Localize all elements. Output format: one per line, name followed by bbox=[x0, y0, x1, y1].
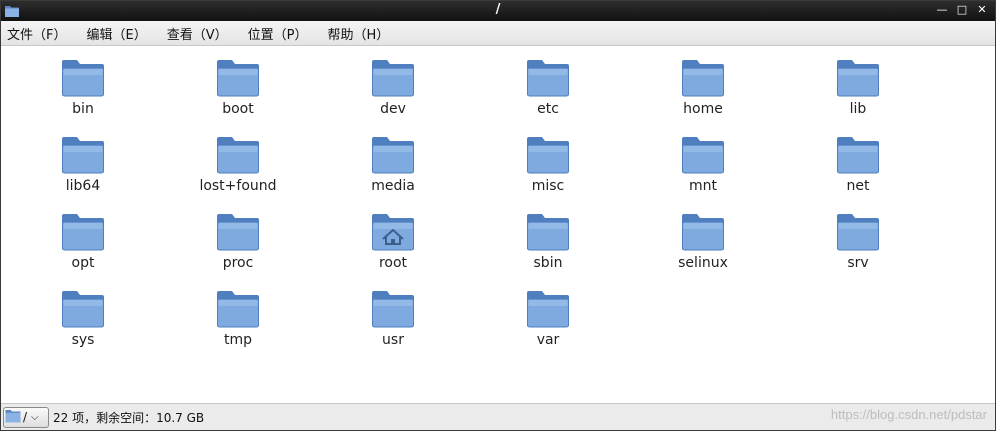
file-item-lib[interactable]: lib bbox=[798, 59, 918, 117]
folder-icon bbox=[643, 213, 763, 251]
file-grid: bin boot dev etc home lib lib64 lost+found media… bbox=[1, 47, 995, 403]
file-label: selinux bbox=[678, 255, 728, 271]
folder-icon bbox=[333, 290, 453, 328]
file-item-home[interactable]: home bbox=[643, 59, 763, 117]
file-label: media bbox=[371, 178, 415, 194]
file-label: opt bbox=[71, 255, 95, 271]
file-item-var[interactable]: var bbox=[488, 290, 608, 348]
minimize-icon[interactable]: — bbox=[935, 3, 949, 17]
file-item-net[interactable]: net bbox=[798, 136, 918, 194]
menu-help[interactable]: 帮助（H） bbox=[327, 24, 389, 43]
file-label: usr bbox=[382, 332, 404, 348]
file-label: dev bbox=[380, 101, 406, 117]
folder-icon bbox=[488, 59, 608, 97]
location-text: / bbox=[23, 410, 28, 424]
file-label: srv bbox=[847, 255, 869, 271]
titlebar[interactable]: / — □ ✕ bbox=[1, 1, 995, 21]
folder-icon bbox=[798, 213, 918, 251]
folder-icon bbox=[23, 59, 143, 97]
folder-icon bbox=[643, 136, 763, 174]
menu-view[interactable]: 查看（V） bbox=[167, 24, 228, 43]
folder-icon bbox=[178, 290, 298, 328]
file-item-usr[interactable]: usr bbox=[333, 290, 453, 348]
file-item-lib64[interactable]: lib64 bbox=[23, 136, 143, 194]
file-label: lib64 bbox=[65, 178, 101, 194]
folder-icon bbox=[178, 213, 298, 251]
file-label: net bbox=[846, 178, 870, 194]
folder-icon bbox=[178, 59, 298, 97]
file-label: tmp bbox=[223, 332, 252, 348]
file-label: root bbox=[378, 255, 408, 271]
file-item-tmp[interactable]: tmp bbox=[178, 290, 298, 348]
folder-icon bbox=[178, 136, 298, 174]
file-label: lib bbox=[849, 101, 867, 117]
folder-icon bbox=[798, 136, 918, 174]
folder-icon bbox=[23, 213, 143, 251]
menu-file[interactable]: 文件（F） bbox=[7, 24, 66, 43]
menubar: 文件（F） 编辑（E） 查看（V） 位置（P） 帮助（H） bbox=[1, 21, 995, 46]
file-label: home bbox=[683, 101, 723, 117]
folder-icon bbox=[333, 59, 453, 97]
file-item-misc[interactable]: misc bbox=[488, 136, 608, 194]
file-item-dev[interactable]: dev bbox=[333, 59, 453, 117]
folder-icon bbox=[488, 136, 608, 174]
file-item-root[interactable]: root bbox=[333, 213, 453, 271]
file-item-mnt[interactable]: mnt bbox=[643, 136, 763, 194]
menu-places[interactable]: 位置（P） bbox=[248, 24, 308, 43]
file-label: sbin bbox=[533, 255, 563, 271]
folder-icon bbox=[798, 59, 918, 97]
file-item-bin[interactable]: bin bbox=[23, 59, 143, 117]
file-label: var bbox=[536, 332, 560, 348]
folder-icon bbox=[5, 408, 21, 427]
file-label: mnt bbox=[689, 178, 717, 194]
folder-icon bbox=[23, 290, 143, 328]
file-label: bin bbox=[72, 101, 94, 117]
file-item-boot[interactable]: boot bbox=[178, 59, 298, 117]
file-label: proc bbox=[222, 255, 254, 271]
file-label: etc bbox=[537, 101, 559, 117]
file-item-etc[interactable]: etc bbox=[488, 59, 608, 117]
file-item-sys[interactable]: sys bbox=[23, 290, 143, 348]
file-label: lost+found bbox=[199, 178, 277, 194]
file-item-selinux[interactable]: selinux bbox=[643, 213, 763, 271]
close-icon[interactable]: ✕ bbox=[975, 3, 989, 17]
folder-icon bbox=[488, 213, 608, 251]
file-manager-window: / — □ ✕ 文件（F） 编辑（E） 查看（V） 位置（P） 帮助（H） bi… bbox=[0, 0, 996, 431]
file-label: sys bbox=[71, 332, 95, 348]
window-title: / bbox=[495, 2, 501, 17]
file-item-sbin[interactable]: sbin bbox=[488, 213, 608, 271]
folder-icon bbox=[488, 290, 608, 328]
file-item-lost-found[interactable]: lost+found bbox=[178, 136, 298, 194]
file-label: boot bbox=[222, 101, 254, 117]
location-dropdown[interactable]: / ⌵ bbox=[3, 406, 49, 428]
watermark: https://blog.csdn.net/pdstar bbox=[830, 407, 987, 422]
file-item-proc[interactable]: proc bbox=[178, 213, 298, 271]
file-item-opt[interactable]: opt bbox=[23, 213, 143, 271]
folder-icon bbox=[23, 136, 143, 174]
file-item-srv[interactable]: srv bbox=[798, 213, 918, 271]
file-item-media[interactable]: media bbox=[333, 136, 453, 194]
folder-icon bbox=[333, 136, 453, 174]
chevron-down-icon: ⌵ bbox=[31, 411, 39, 423]
maximize-icon[interactable]: □ bbox=[955, 3, 969, 17]
home-folder-icon bbox=[333, 213, 453, 251]
file-label: misc bbox=[531, 178, 565, 194]
folder-icon bbox=[643, 59, 763, 97]
status-info: 22 项，剩余空间：10.7 GB bbox=[53, 410, 205, 425]
menu-edit[interactable]: 编辑（E） bbox=[86, 24, 146, 43]
